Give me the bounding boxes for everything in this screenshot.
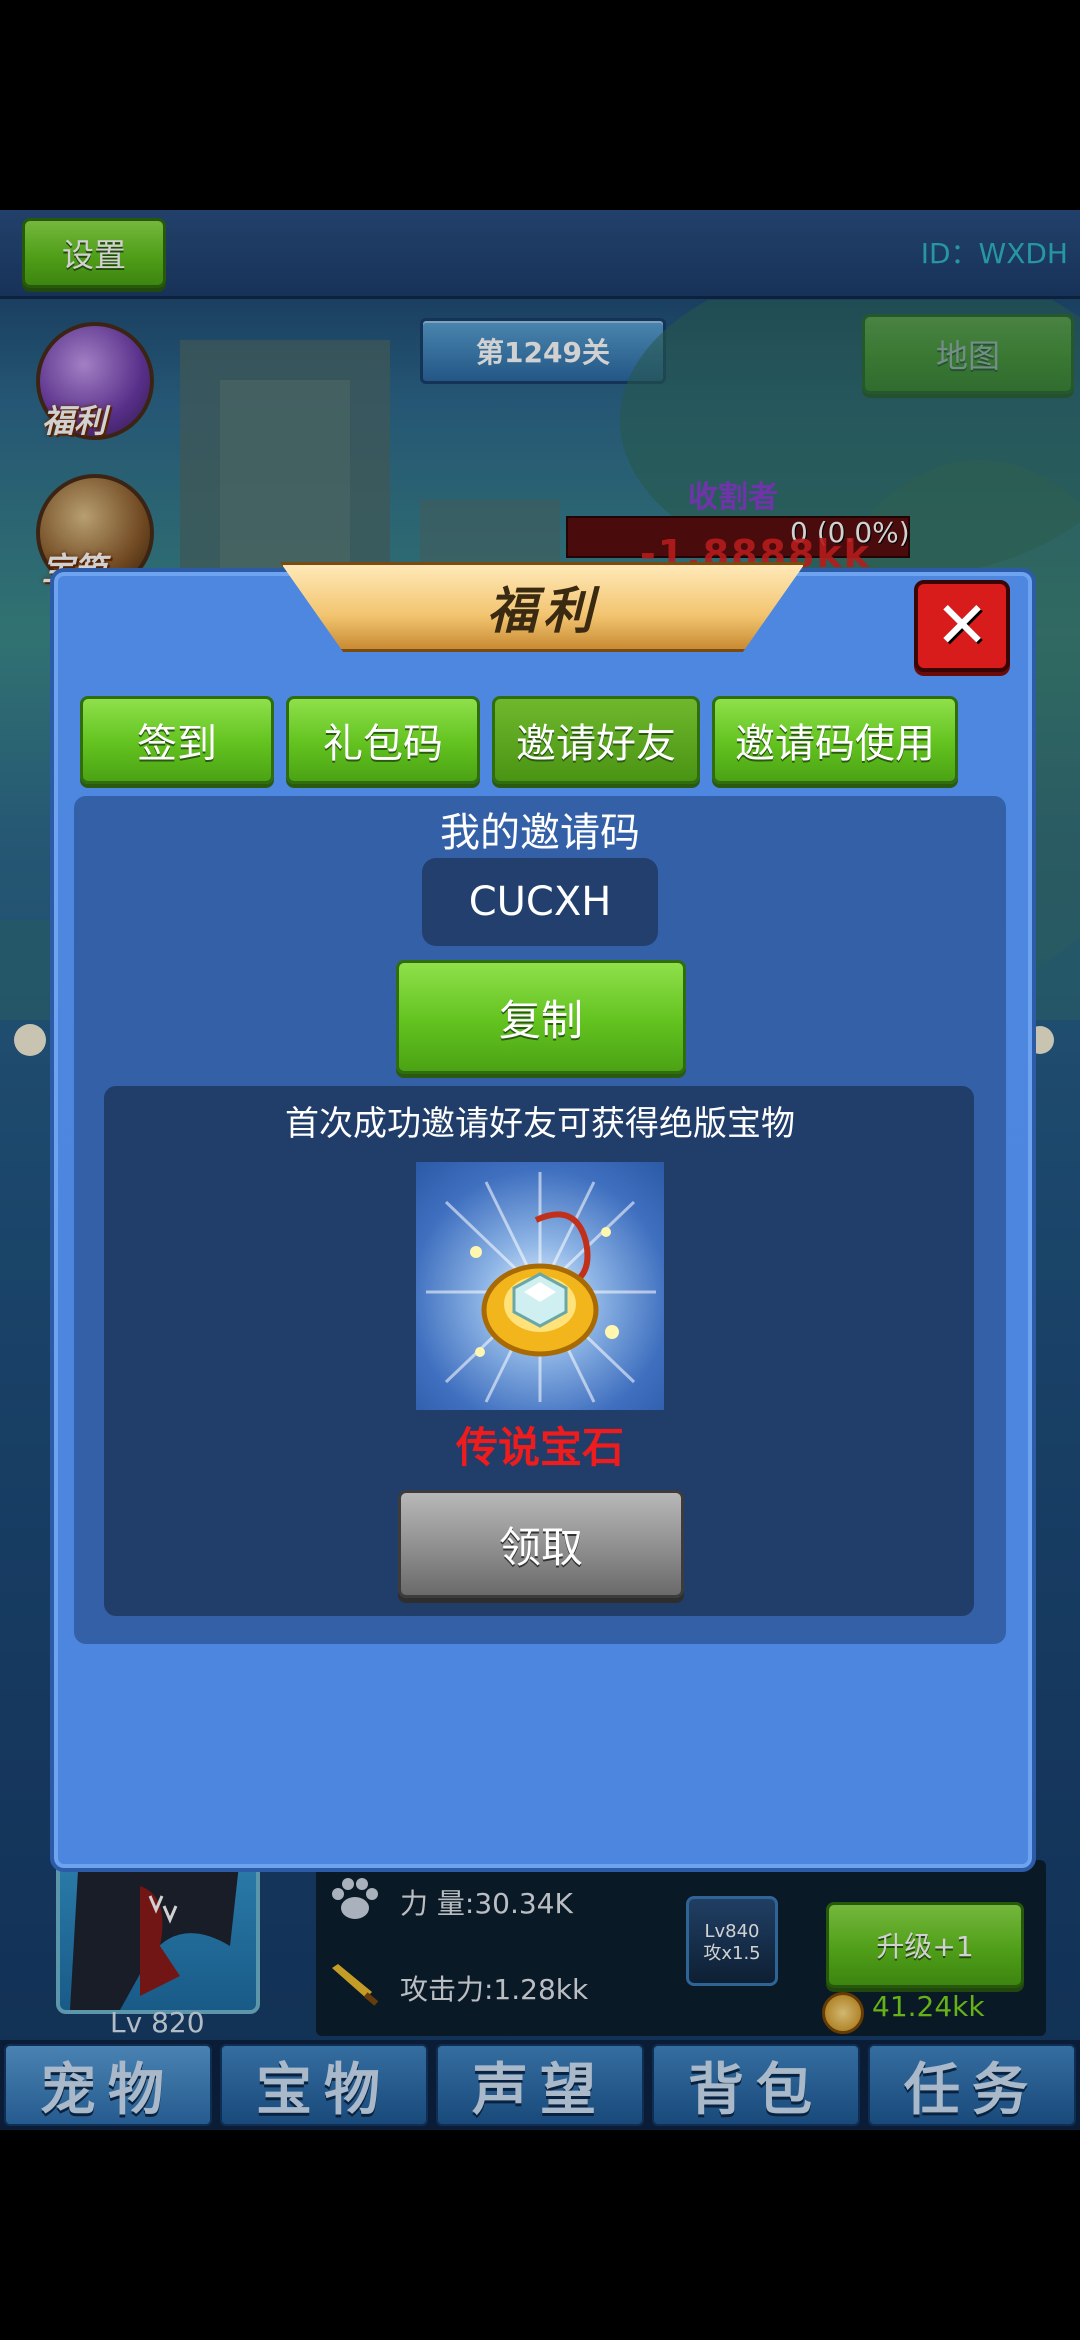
dialog-title-plate: 福利 xyxy=(280,562,806,652)
close-button[interactable]: ✕ xyxy=(914,580,1010,672)
my-invite-code-label: 我的邀请码 xyxy=(440,810,640,856)
tab-sign-in[interactable]: 签到 xyxy=(80,696,274,784)
claim-button[interactable]: 领取 xyxy=(398,1490,684,1598)
copy-button[interactable]: 复制 xyxy=(396,960,686,1074)
invite-code-display: CUCXH xyxy=(422,858,658,946)
tab-invite-friends[interactable]: 邀请好友 xyxy=(492,696,700,784)
reward-name: 传说宝石 xyxy=(455,1423,624,1472)
close-icon: ✕ xyxy=(935,589,989,663)
tab-gift-code[interactable]: 礼包码 xyxy=(286,696,480,784)
reward-description: 首次成功邀请好友可获得绝版宝物 xyxy=(285,1104,795,1144)
dialog-title: 福利 xyxy=(487,582,599,640)
tab-use-invite-code[interactable]: 邀请码使用 xyxy=(712,696,958,784)
legendary-gem-icon xyxy=(416,1162,664,1410)
